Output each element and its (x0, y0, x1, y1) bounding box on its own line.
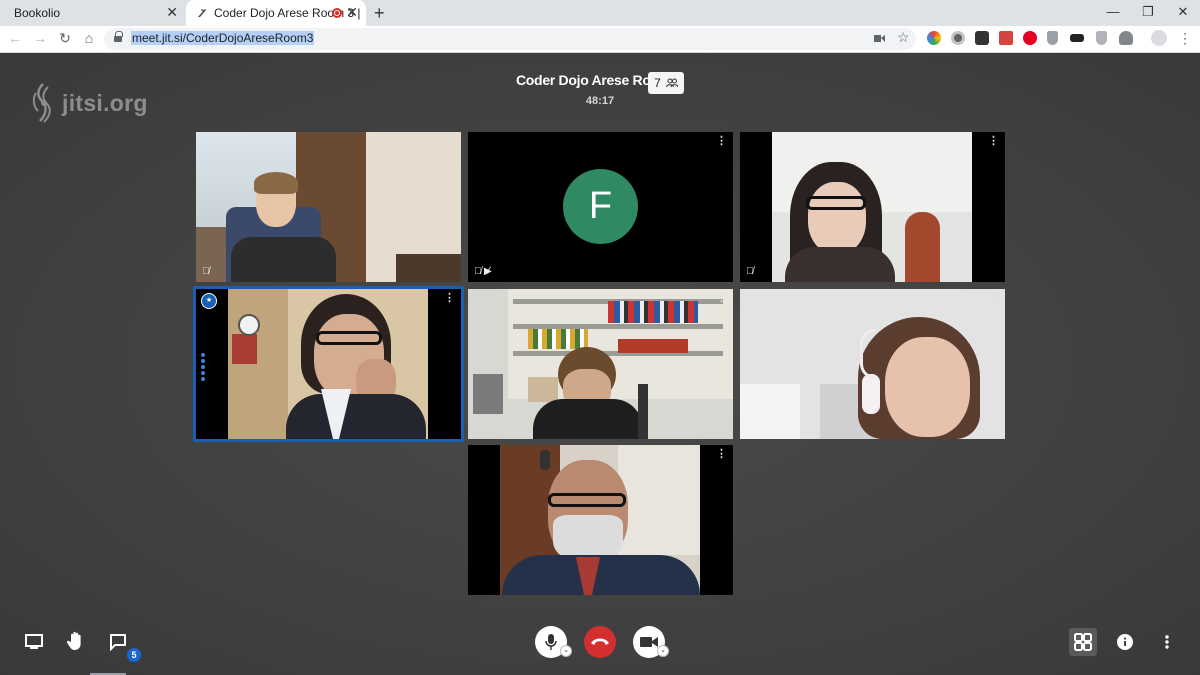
tab-title: Bookolio (14, 6, 61, 20)
video-off-icon: ▶̸ (484, 266, 492, 277)
tile-view-button[interactable] (1069, 628, 1097, 656)
minimize-button[interactable]: — (1098, 4, 1128, 19)
tile-menu-icon[interactable]: ⋮ (444, 136, 455, 147)
video-tile-dominant-speaker[interactable]: ★ ⋮ (193, 286, 464, 442)
video-tile-no-camera[interactable]: F ⋮ 🎙̸ ▶̸ (468, 132, 733, 282)
video-tile[interactable]: ⋮ 🎙̸ (740, 132, 1005, 282)
tab-bookolio[interactable]: Bookolio ✕ (0, 0, 186, 26)
camera-permission-icon[interactable] (874, 34, 885, 43)
close-tab-icon[interactable]: ✕ (166, 4, 178, 21)
tile-menu-icon[interactable]: ⋮ (444, 293, 455, 304)
meeting-stage: jitsi.org Coder Dojo Arese Room 3 7 48:1… (0, 53, 1200, 675)
muted-mic-icon: 🎙̸ (746, 266, 754, 277)
raise-hand-icon[interactable] (67, 631, 85, 651)
grid-icon (1074, 633, 1092, 651)
recording-indicator-icon (332, 8, 342, 18)
home-icon[interactable]: ⌂ (80, 30, 98, 46)
camera-icon (640, 637, 658, 647)
lock-icon (114, 31, 123, 43)
close-tab-icon[interactable]: ✕ (346, 4, 358, 21)
restore-button[interactable]: ❐ (1133, 4, 1163, 20)
hangup-phone-icon (591, 638, 609, 645)
participants-icon (665, 78, 678, 88)
tile-menu-icon[interactable]: ⋮ (988, 293, 999, 304)
video-tile[interactable]: ⋮ (468, 445, 733, 595)
chat-unread-badge: 5 (127, 648, 141, 662)
browser-toolbar: ← → ↻ ⌂ meet.jit.si/CoderDojoAreseRoom3 … (0, 26, 1200, 53)
url-text[interactable]: meet.jit.si/CoderDojoAreseRoom3 (131, 31, 315, 45)
address-bar[interactable]: meet.jit.si/CoderDojoAreseRoom3 ☆ (104, 28, 916, 50)
cloud-icon[interactable] (1119, 31, 1133, 45)
screen-share-icon[interactable] (25, 634, 43, 650)
participant-avatar: F (563, 169, 638, 244)
muted-mic-icon: 🎙̸ (202, 266, 210, 277)
participant-count-button[interactable]: 7 (648, 72, 684, 94)
muted-mic-icon: 🎙̸ (474, 266, 482, 277)
info-icon[interactable] (1117, 634, 1133, 650)
dominant-speaker-badge-icon: ★ (201, 293, 217, 309)
profile-icon[interactable] (1151, 30, 1167, 46)
meeting-timer: 48:17 (585, 95, 615, 107)
chat-icon[interactable] (109, 633, 127, 651)
tile-menu-icon[interactable]: ⋮ (716, 293, 727, 304)
browser-tab-bar: Bookolio ✕ Coder Dojo Arese Room 3 | ✕ +… (0, 0, 1200, 26)
shield-gray-icon[interactable] (1096, 31, 1107, 45)
video-tile[interactable]: ⋮ 🎙̸ (196, 132, 461, 282)
video-tile[interactable]: ⋮ (468, 289, 733, 439)
shield-icon[interactable] (1047, 31, 1058, 45)
tile-menu-icon[interactable]: ⋮ (716, 136, 727, 147)
forward-arrow-icon[interactable]: → (31, 30, 49, 46)
participant-count: 7 (654, 76, 661, 90)
reload-icon[interactable]: ↻ (56, 30, 74, 47)
hangup-button[interactable] (584, 626, 616, 658)
record-icon[interactable] (951, 31, 965, 45)
bookmark-star-icon[interactable]: ☆ (897, 29, 910, 46)
tab-jitsi-room[interactable]: Coder Dojo Arese Room 3 | ✕ (186, 0, 366, 26)
microphone-icon (545, 634, 557, 650)
audio-level-indicator (201, 353, 205, 383)
browser-menu-icon[interactable]: ⋮ (1176, 30, 1194, 47)
jitsi-favicon-icon (198, 9, 206, 17)
mask-icon[interactable] (1070, 34, 1084, 42)
new-tab-button[interactable]: + (374, 3, 385, 24)
tile-menu-icon[interactable]: ⋮ (988, 136, 999, 147)
tile-menu-icon[interactable]: ⋮ (716, 449, 727, 460)
video-tile[interactable]: ⋮ (740, 289, 1005, 439)
more-options-icon[interactable] (1164, 634, 1170, 650)
color-picker-icon[interactable] (927, 31, 941, 45)
pdf-icon[interactable] (999, 31, 1013, 45)
camera-options-chevron-down-icon[interactable]: ⌄ (657, 645, 669, 657)
mic-options-chevron-down-icon[interactable]: ⌄ (560, 645, 572, 657)
pinterest-icon[interactable] (1023, 31, 1037, 45)
spy-icon[interactable] (975, 31, 989, 45)
close-window-button[interactable]: ✕ (1168, 4, 1198, 20)
back-arrow-icon[interactable]: ← (6, 30, 24, 46)
